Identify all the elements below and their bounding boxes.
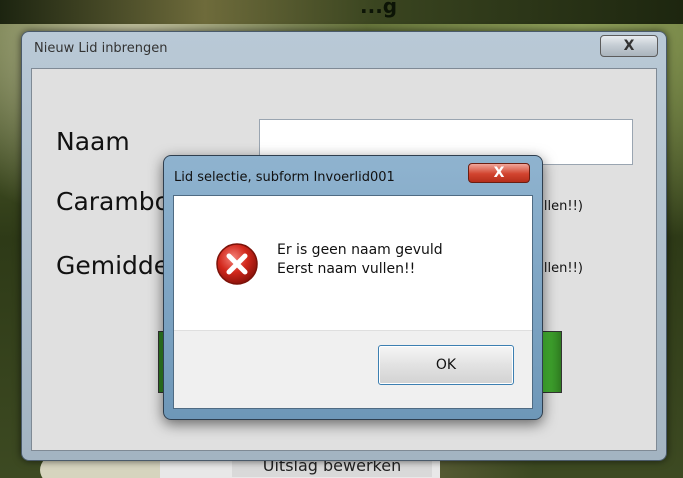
error-dialog: Lid selectie, subform Invoerlid001 X Er … xyxy=(163,155,543,420)
error-message: Er is geen naam gevuld Eerst naam vullen… xyxy=(277,241,443,279)
green-button-right[interactable] xyxy=(540,331,562,393)
carambole-label: Carambo xyxy=(56,187,170,216)
error-message-line2: Eerst naam vullen!! xyxy=(277,261,416,277)
main-close-button[interactable]: X xyxy=(600,35,658,57)
main-window-title: Nieuw Lid inbrengen xyxy=(34,41,168,56)
desktop-top-text: ...g xyxy=(360,0,398,18)
close-icon: X xyxy=(623,38,635,54)
dialog-client-area: Er is geen naam gevuld Eerst naam vullen… xyxy=(173,195,533,409)
naam-label: Naam xyxy=(56,127,130,156)
close-icon: X xyxy=(493,165,505,181)
main-titlebar[interactable]: Nieuw Lid inbrengen X xyxy=(22,32,666,68)
dialog-title: Lid selectie, subform Invoerlid001 xyxy=(174,170,395,185)
gemiddelde-label: Gemidde xyxy=(56,251,170,280)
error-icon xyxy=(214,241,260,287)
desktop-top-strip: ...g xyxy=(0,0,683,24)
ok-button[interactable]: OK xyxy=(378,345,514,385)
dialog-close-button[interactable]: X xyxy=(468,163,530,183)
error-message-line1: Er is geen naam gevuld xyxy=(277,242,443,258)
